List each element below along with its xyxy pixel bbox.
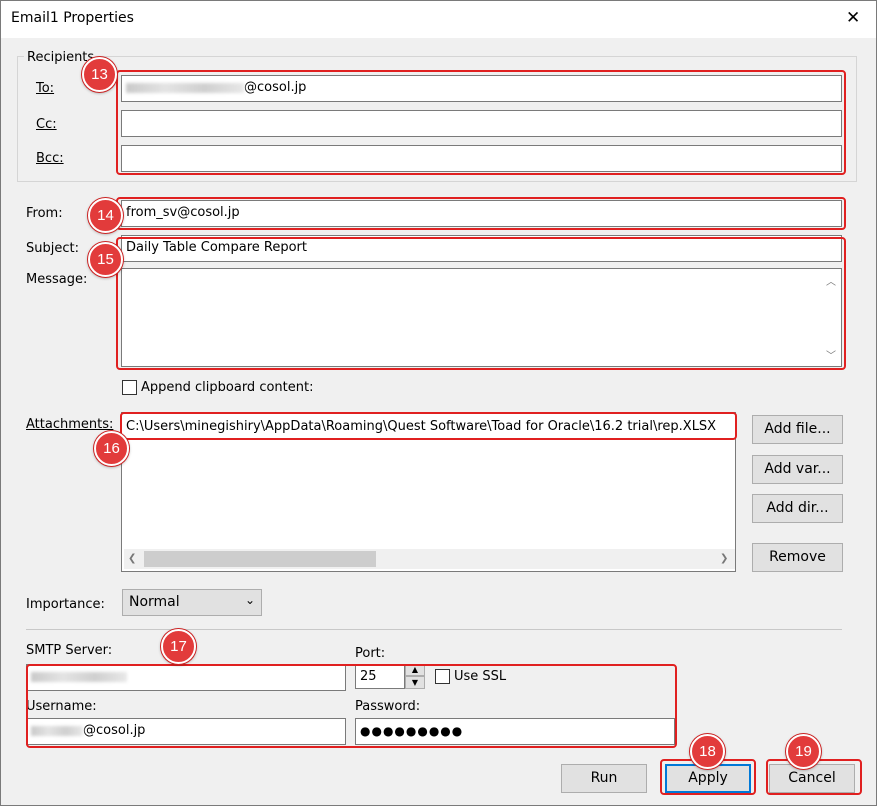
importance-select-value: Normal <box>129 594 180 610</box>
from-label: From: <box>26 206 63 221</box>
cc-label: Cc: <box>36 117 57 132</box>
username-field-value: @cosol.jp <box>83 723 146 738</box>
cancel-button[interactable]: Cancel <box>769 764 855 793</box>
port-down-icon[interactable]: ▼ <box>405 676 425 689</box>
cc-field[interactable] <box>121 110 842 137</box>
attachment-item[interactable]: C:\Users\minegishiry\AppData\Roaming\Que… <box>126 419 716 434</box>
annotation-badge: 15 <box>88 242 123 277</box>
attachments-list[interactable] <box>121 412 736 572</box>
redacted-text <box>31 671 127 682</box>
add-var-button[interactable]: Add var... <box>752 455 843 484</box>
chevron-down-icon: ⌄ <box>244 593 255 607</box>
attachments-scroll-thumb[interactable] <box>144 551 376 567</box>
to-label: To: <box>36 81 55 96</box>
window-title: Email1 Properties <box>11 10 134 26</box>
message-label: Message: <box>26 272 88 287</box>
subject-field[interactable]: Daily Table Compare Report <box>121 235 842 262</box>
attachments-label: Attachments: <box>26 417 114 432</box>
redacted-text <box>31 725 83 736</box>
chevron-left-icon[interactable]: ❮ <box>128 553 136 564</box>
password-field[interactable]: ●●●●●●●●● <box>355 718 675 745</box>
annotation-badge: 14 <box>88 198 123 233</box>
redacted-text <box>126 82 244 93</box>
append-clipboard-checkbox[interactable] <box>122 380 137 395</box>
annotation-badge: 19 <box>786 734 821 769</box>
subject-label: Subject: <box>26 241 79 256</box>
to-field-value: @cosol.jp <box>244 80 307 95</box>
run-button[interactable]: Run <box>561 764 647 793</box>
chevron-up-icon[interactable]: ︿ <box>826 273 836 288</box>
add-dir-button[interactable]: Add dir... <box>752 494 843 523</box>
add-file-button[interactable]: Add file... <box>752 415 843 444</box>
importance-label: Importance: <box>26 597 105 612</box>
annotation-badge: 13 <box>82 57 117 92</box>
username-label: Username: <box>26 699 97 714</box>
use-ssl-checkbox[interactable] <box>435 669 450 684</box>
importance-select[interactable]: Normal ⌄ <box>122 589 262 616</box>
annotation-badge: 18 <box>690 734 725 769</box>
username-field[interactable]: @cosol.jp <box>26 718 346 745</box>
bcc-label: Bcc: <box>36 151 64 166</box>
smtp-server-field[interactable] <box>26 664 346 691</box>
close-icon[interactable]: ✕ <box>846 8 860 28</box>
port-field[interactable]: 25 <box>355 664 405 689</box>
smtp-server-label: SMTP Server: <box>26 643 113 658</box>
annotation-badge: 16 <box>94 431 129 466</box>
use-ssl-label: Use SSL <box>454 669 507 684</box>
port-up-icon[interactable]: ▲ <box>405 664 425 676</box>
message-textarea[interactable]: ︿ ﹀ <box>121 268 842 367</box>
remove-button[interactable]: Remove <box>752 543 843 572</box>
chevron-down-icon[interactable]: ﹀ <box>826 347 836 362</box>
annotation-badge: 17 <box>161 629 196 664</box>
append-clipboard-label: Append clipboard content: <box>141 380 314 395</box>
from-field[interactable]: from_sv@cosol.jp <box>121 200 842 227</box>
chevron-right-icon[interactable]: ❯ <box>720 553 728 564</box>
to-field[interactable]: @cosol.jp <box>121 75 842 102</box>
port-label: Port: <box>355 646 386 661</box>
separator <box>26 629 842 630</box>
bcc-field[interactable] <box>121 145 842 172</box>
password-label: Password: <box>355 699 421 714</box>
